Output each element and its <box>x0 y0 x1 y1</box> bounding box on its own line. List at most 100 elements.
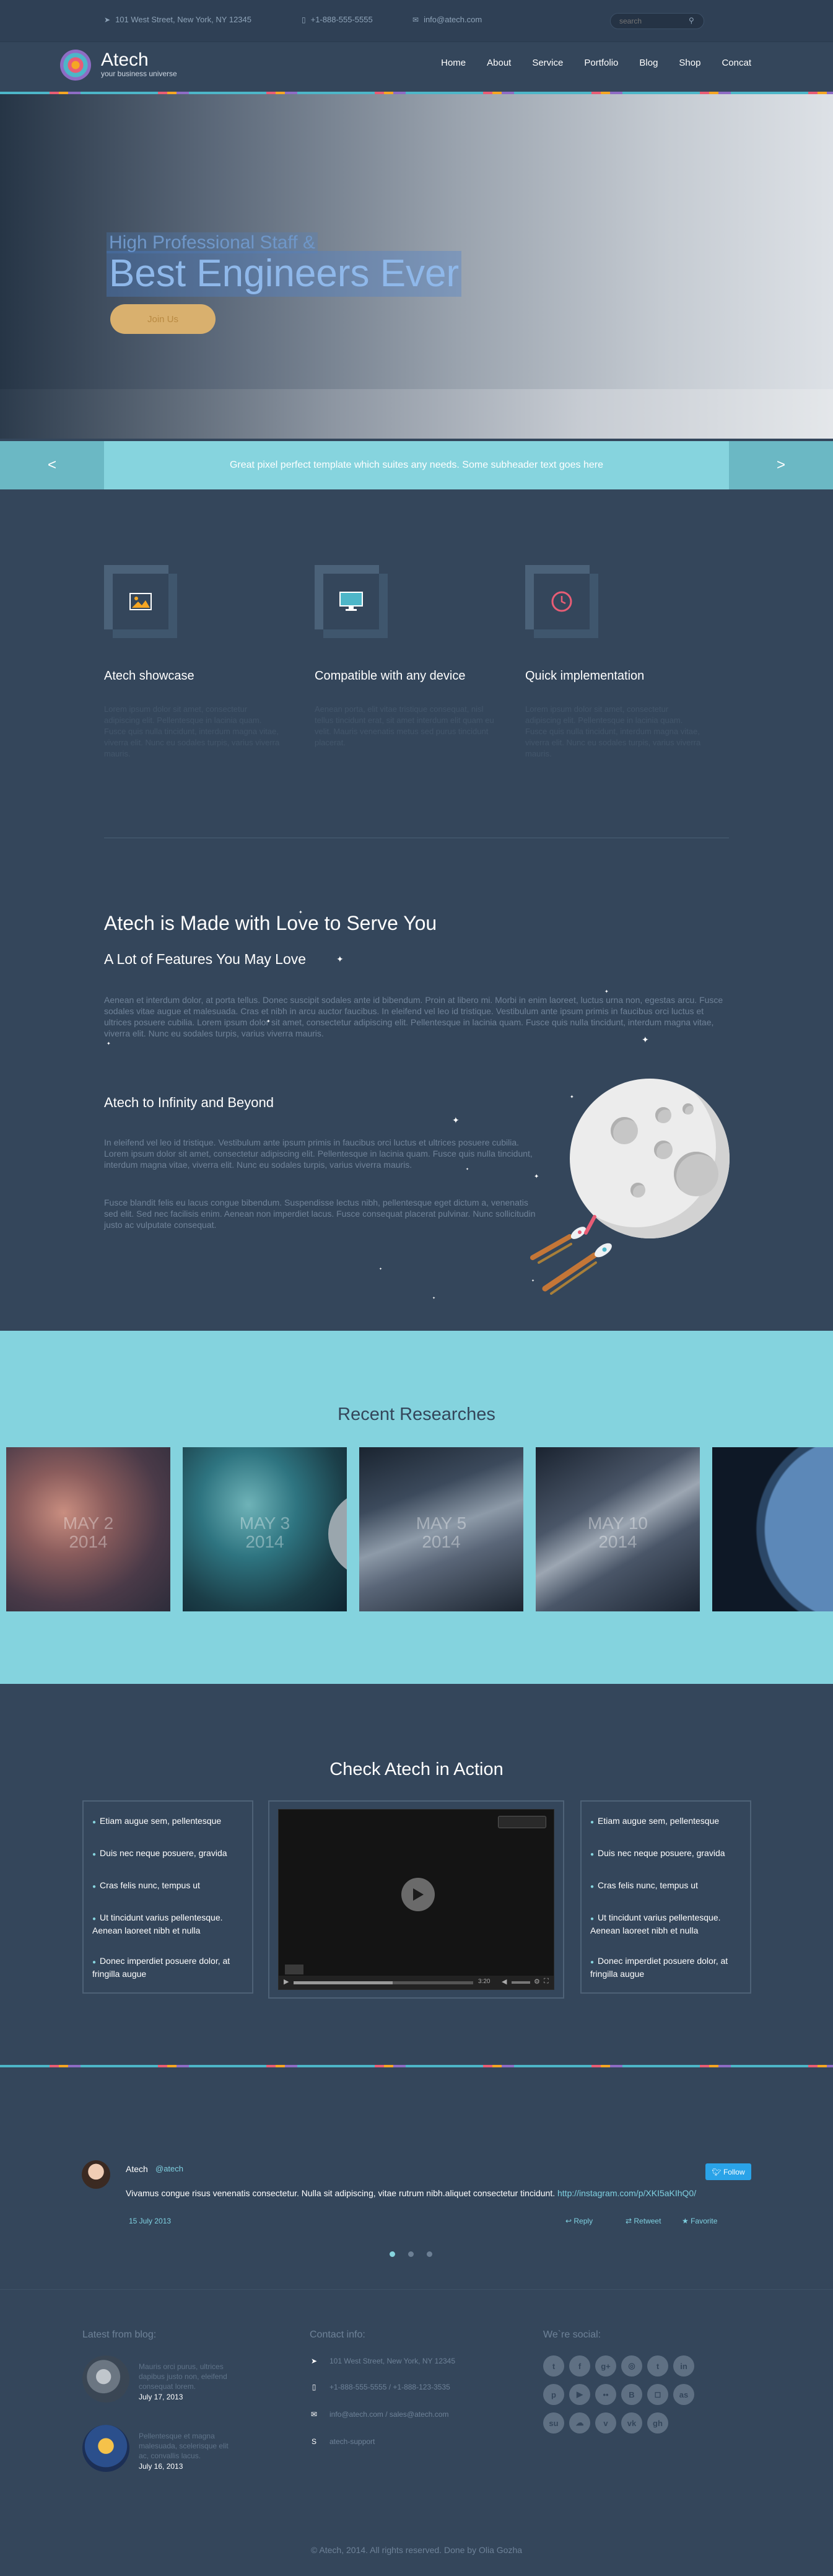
feature-list-left: ● Etiam augue sem, pellentesque ● Duis nec… <box>82 1800 253 1994</box>
flickr-icon[interactable]: •• <box>595 2384 616 2405</box>
play-button[interactable] <box>401 1878 435 1911</box>
soundcloud-icon[interactable]: ☁ <box>569 2412 590 2434</box>
slider-dot-active[interactable] <box>390 2251 395 2257</box>
main-nav: Home About Service Portfolio Blog Shop C… <box>430 58 762 68</box>
volume-slider[interactable] <box>512 1981 530 1984</box>
retweet-icon: ⇄ <box>626 2217 634 2225</box>
location-arrow-icon: ➤ <box>104 15 111 24</box>
instagram-icon[interactable]: ◻ <box>647 2384 668 2405</box>
dribbble-icon[interactable]: ◎ <box>621 2355 642 2377</box>
social-heading: We`re social: <box>543 2329 601 2340</box>
tweet-link[interactable]: http://instagram.com/p/XKI5aKIhQ0/ <box>557 2188 696 2198</box>
email-info[interactable]: ✉ info@atech.com <box>412 15 482 24</box>
prev-arrow-button[interactable]: < <box>0 441 104 489</box>
vk-icon[interactable]: vk <box>621 2412 642 2434</box>
research-card-4[interactable]: MAY 10 2014 <box>536 1447 700 1611</box>
contact-phones: ▯ +1-888-555-5555 / +1-888-123-3535 <box>310 2383 450 2391</box>
address-info: ➤ 101 West Street, New York, NY 12345 <box>104 15 251 24</box>
brand-name[interactable]: Atech <box>101 50 149 71</box>
volume-icon[interactable]: ◀ <box>502 1978 507 1986</box>
fullscreen-icon[interactable]: ⛶ <box>544 1978 549 1986</box>
settings-icon[interactable]: ⚙ <box>534 1978 540 1986</box>
card-date: MAY 2 2014 <box>63 1514 114 1551</box>
nav-home[interactable]: Home <box>430 58 476 68</box>
slider-dot[interactable] <box>427 2251 432 2257</box>
research-card-5[interactable] <box>712 1447 833 1611</box>
nav-about[interactable]: About <box>476 58 521 68</box>
retweet-action[interactable]: ⇄ Retweet <box>626 2217 661 2225</box>
blog-post-text-1[interactable]: Mauris orci purus, ultrices dapibus just… <box>139 2362 238 2391</box>
star-icon: ✦ <box>534 1173 539 1180</box>
favorite-action[interactable]: ★ Favorite <box>682 2217 717 2225</box>
video-time: 3:20 <box>478 1978 491 1985</box>
about-paragraph: Aenean et interdum dolor, at porta tellu… <box>104 995 723 1038</box>
list-item: ● Cras felis nunc, tempus ut <box>590 1880 698 1890</box>
nav-service[interactable]: Service <box>521 58 574 68</box>
list-item: ● Etiam augue sem, pellentesque <box>590 1816 720 1826</box>
video-controls: ▶ 3:20 ◀ ⚙ ⛶ <box>279 1976 554 1989</box>
nav-concat[interactable]: Concat <box>711 58 762 68</box>
pinterest-icon[interactable]: p <box>543 2384 564 2405</box>
twitter-icon[interactable]: t <box>543 2355 564 2377</box>
star-icon: ✦ <box>107 1041 111 1046</box>
blog-post-text-2[interactable]: Pellentesque et magna malesuada, sceleri… <box>139 2431 238 2461</box>
star-icon: ✦ <box>452 1115 460 1125</box>
research-card-2[interactable]: MAY 3 2014 <box>183 1447 347 1611</box>
slider-dot[interactable] <box>408 2251 414 2257</box>
blogger-icon[interactable]: B <box>621 2384 642 2405</box>
blog-heading: Latest from blog: <box>82 2329 157 2340</box>
feature-icon-box-2 <box>315 565 388 638</box>
video-player[interactable]: ▶ 3:20 ◀ ⚙ ⛶ <box>278 1809 554 1990</box>
list-item: ● Donec imperdiet posuere dolor, at fring… <box>590 1956 728 1979</box>
email-text[interactable]: info@atech.com <box>424 15 482 24</box>
research-card-3[interactable]: MAY 5 2014 <box>359 1447 523 1611</box>
reply-action[interactable]: ↩ Reply <box>565 2217 593 2225</box>
search-input[interactable] <box>619 14 687 28</box>
copyright: © Atech, 2014. All rights reserved. Done… <box>310 2545 523 2555</box>
about-subtitle: A Lot of Features You May Love <box>104 951 307 967</box>
tweet-handle[interactable]: @atech <box>155 2164 183 2173</box>
stumbleupon-icon[interactable]: su <box>543 2412 564 2434</box>
infinity-title: Atech to Infinity and Beyond <box>104 1095 274 1110</box>
tumblr-icon[interactable]: t <box>647 2355 668 2377</box>
vimeo-icon[interactable]: v <box>595 2412 616 2434</box>
lastfm-icon[interactable]: as <box>673 2384 694 2405</box>
search-icon[interactable]: ⚲ <box>689 16 699 26</box>
blog-thumb-1[interactable] <box>82 2355 129 2403</box>
contact-address: ➤ 101 West Street, New York, NY 12345 <box>310 2357 456 2365</box>
phone-icon: ▯ <box>302 15 306 24</box>
nav-portfolio[interactable]: Portfolio <box>574 58 629 68</box>
follow-button[interactable]: 🐦︎ Follow <box>705 2163 751 2180</box>
research-card-1[interactable]: MAY 2 2014 <box>6 1447 170 1611</box>
join-us-button[interactable]: Join Us <box>110 304 216 334</box>
next-arrow-button[interactable]: > <box>729 441 833 489</box>
hero-horizon <box>0 389 833 439</box>
avatar[interactable] <box>82 2160 110 2189</box>
blog-post-date-1: July 17, 2013 <box>139 2393 183 2401</box>
linkedin-icon[interactable]: in <box>673 2355 694 2377</box>
contact-emails[interactable]: ✉ info@atech.com / sales@atech.com <box>310 2410 448 2419</box>
feature-text-2: Aenean porta, elit vitae tristique conse… <box>315 704 494 747</box>
google-plus-icon[interactable]: g+ <box>595 2355 616 2377</box>
feature-icon-box-1 <box>104 565 177 638</box>
youtube-icon[interactable]: ▶ <box>569 2384 590 2405</box>
facebook-icon[interactable]: f <box>569 2355 590 2377</box>
monitor-icon <box>323 574 379 629</box>
contact-skype[interactable]: Satech-support <box>310 2437 375 2446</box>
tweet-date[interactable]: 15 July 2013 <box>129 2217 171 2225</box>
video-progress[interactable] <box>294 1981 473 1984</box>
phone-info: ▯ +1-888-555-5555 <box>302 15 373 24</box>
nav-blog[interactable]: Blog <box>629 58 668 68</box>
rocket-illustration <box>530 1215 612 1295</box>
tweet-body: Vivamus congue risus venenatis consectet… <box>126 2188 556 2198</box>
star-icon: ✦ <box>299 909 303 915</box>
logo-icon[interactable] <box>60 50 91 81</box>
github-icon[interactable]: gh <box>647 2412 668 2434</box>
nav-shop[interactable]: Shop <box>668 58 711 68</box>
play-small-icon[interactable]: ▶ <box>284 1978 289 1986</box>
card-date: MAY 10 2014 <box>587 1514 648 1551</box>
twitter-icon: 🐦︎ <box>712 2167 723 2176</box>
tweet-author[interactable]: Atech <box>126 2164 148 2174</box>
video-badge <box>285 1965 303 1974</box>
blog-thumb-2[interactable] <box>82 2425 129 2472</box>
